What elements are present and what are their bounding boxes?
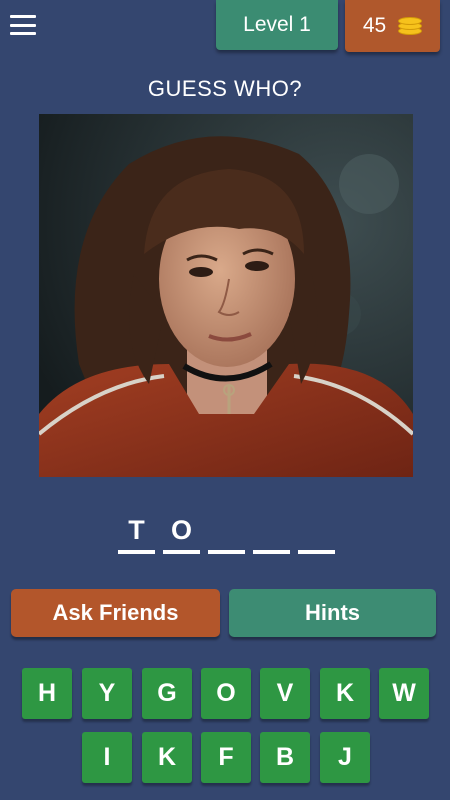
answer-slots: T O [118, 512, 335, 556]
letter-key[interactable]: J [320, 732, 370, 783]
letter-key[interactable]: V [260, 668, 310, 719]
menu-line [10, 23, 36, 27]
letter-key[interactable]: O [201, 668, 251, 719]
menu-line [10, 15, 36, 18]
letter-key[interactable]: Y [82, 668, 132, 719]
level-badge: Level 1 [216, 0, 338, 50]
page-title: GUESS WHO? [147, 76, 303, 101]
menu-line [10, 32, 36, 35]
answer-slot[interactable]: O [163, 512, 200, 554]
answer-slot[interactable] [253, 512, 290, 554]
level-label: Level 1 [243, 13, 311, 36]
letter-key[interactable]: W [379, 668, 429, 719]
hints-button[interactable]: Hints [229, 589, 436, 637]
answer-slot[interactable]: T [118, 512, 155, 554]
letter-key[interactable]: K [142, 732, 192, 783]
coins-badge[interactable]: 45 [345, 0, 440, 52]
answer-slot[interactable] [298, 512, 335, 554]
answer-slot[interactable] [208, 512, 245, 554]
hamburger-menu-icon[interactable] [9, 12, 37, 38]
letter-key[interactable]: H [22, 668, 72, 719]
letter-key[interactable]: I [82, 732, 132, 783]
letter-key[interactable]: G [142, 668, 192, 719]
puzzle-photo [39, 114, 413, 477]
coin-count: 45 [362, 14, 387, 37]
coin-stack-icon [398, 15, 423, 37]
letter-key[interactable]: K [320, 668, 370, 719]
letter-key[interactable]: B [260, 732, 310, 783]
ask-friends-button[interactable]: Ask Friends [11, 589, 220, 637]
letter-key[interactable]: F [201, 732, 251, 783]
